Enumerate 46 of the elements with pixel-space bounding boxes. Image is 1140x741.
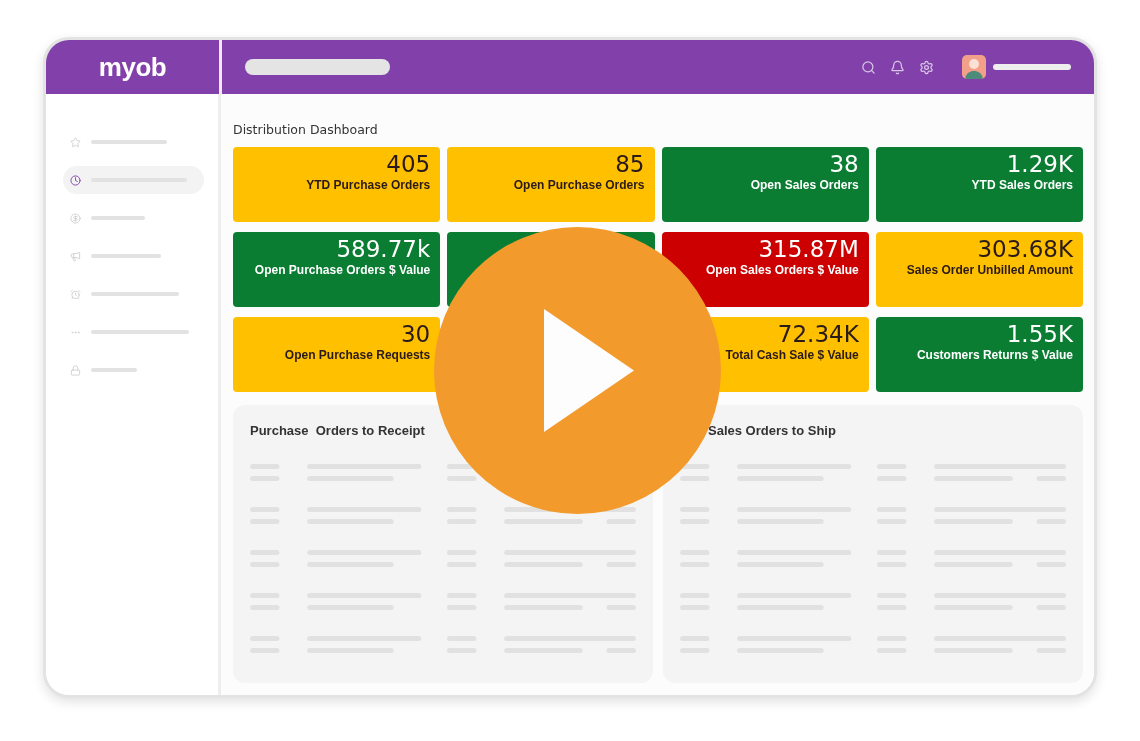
alarm-clock-icon <box>70 288 81 300</box>
kpi-label: Open Sales Orders $ Value <box>706 263 859 277</box>
kpi-value: 315.87M <box>758 235 859 263</box>
dollar-icon <box>70 212 81 224</box>
logo[interactable]: myob <box>98 51 167 83</box>
kpi-value: 30 <box>400 320 431 348</box>
kpi-tile[interactable]: 85 Open Purchase Orders <box>447 147 655 222</box>
kpi-tile[interactable]: 589.77k Open Purchase Orders $ Value <box>233 232 441 307</box>
kpi-value: 589.77k <box>336 235 431 263</box>
kpi-label: Open Purchase Orders $ Value <box>254 263 431 277</box>
sidebar-item[interactable] <box>63 166 204 194</box>
kpi-value: 38 <box>829 150 859 178</box>
avatar[interactable] <box>962 55 986 79</box>
kpi-tile[interactable]: 405 YTD Purchase Orders <box>233 147 441 222</box>
kpi-label: Sales Order Unbilled Amount <box>906 263 1073 277</box>
kpi-tile[interactable]: 30 Open Purchase Requests <box>233 317 441 392</box>
kpi-value: 72.34K <box>777 320 859 348</box>
kpi-label: Open Sales Orders <box>750 178 859 192</box>
kpi-value: 405 <box>386 150 431 178</box>
megaphone-icon <box>70 250 81 262</box>
panel-title: Purchase Orders to Receipt <box>250 423 426 438</box>
kpi-label: Open Purchase Requests <box>284 348 431 362</box>
bell-icon[interactable] <box>890 59 905 75</box>
kpi-tile[interactable]: 38 Open Sales Orders <box>661 147 869 222</box>
kpi-tile[interactable]: 1.29K YTD Sales Orders <box>875 147 1083 222</box>
kpi-label: Open Purchase Orders <box>513 178 645 192</box>
star-icon <box>70 136 81 148</box>
kpi-value: 303.68K <box>977 235 1073 263</box>
settings-icon[interactable] <box>919 59 934 75</box>
kpi-value: 1.55K <box>1006 320 1073 348</box>
kpi-label: Customers Returns $ Value <box>916 348 1073 362</box>
lock-icon <box>70 364 81 376</box>
kpi-tile[interactable]: 315.87M Open Sales Orders $ Value <box>661 232 869 307</box>
kpi-value: 1.29K <box>1006 150 1073 178</box>
kpi-label: YTD Purchase Orders <box>306 178 431 192</box>
kpi-tile[interactable]: 1.55K Customers Returns $ Value <box>875 317 1083 392</box>
search-icon[interactable] <box>861 59 876 75</box>
kpi-tile[interactable]: 303.68K Sales Order Unbilled Amount <box>875 232 1083 307</box>
kpi-label: Total Cash Sale $ Value <box>725 348 859 362</box>
kpi-label: YTD Sales Orders <box>971 178 1073 192</box>
panel-title: Sales Orders to Ship <box>708 423 837 438</box>
kpi-value: 85 <box>615 150 645 178</box>
clock-icon <box>70 174 81 186</box>
search-placeholder[interactable] <box>245 59 390 75</box>
dashboard-title: Distribution Dashboard <box>233 122 379 137</box>
user-name-placeholder[interactable] <box>993 64 1071 70</box>
